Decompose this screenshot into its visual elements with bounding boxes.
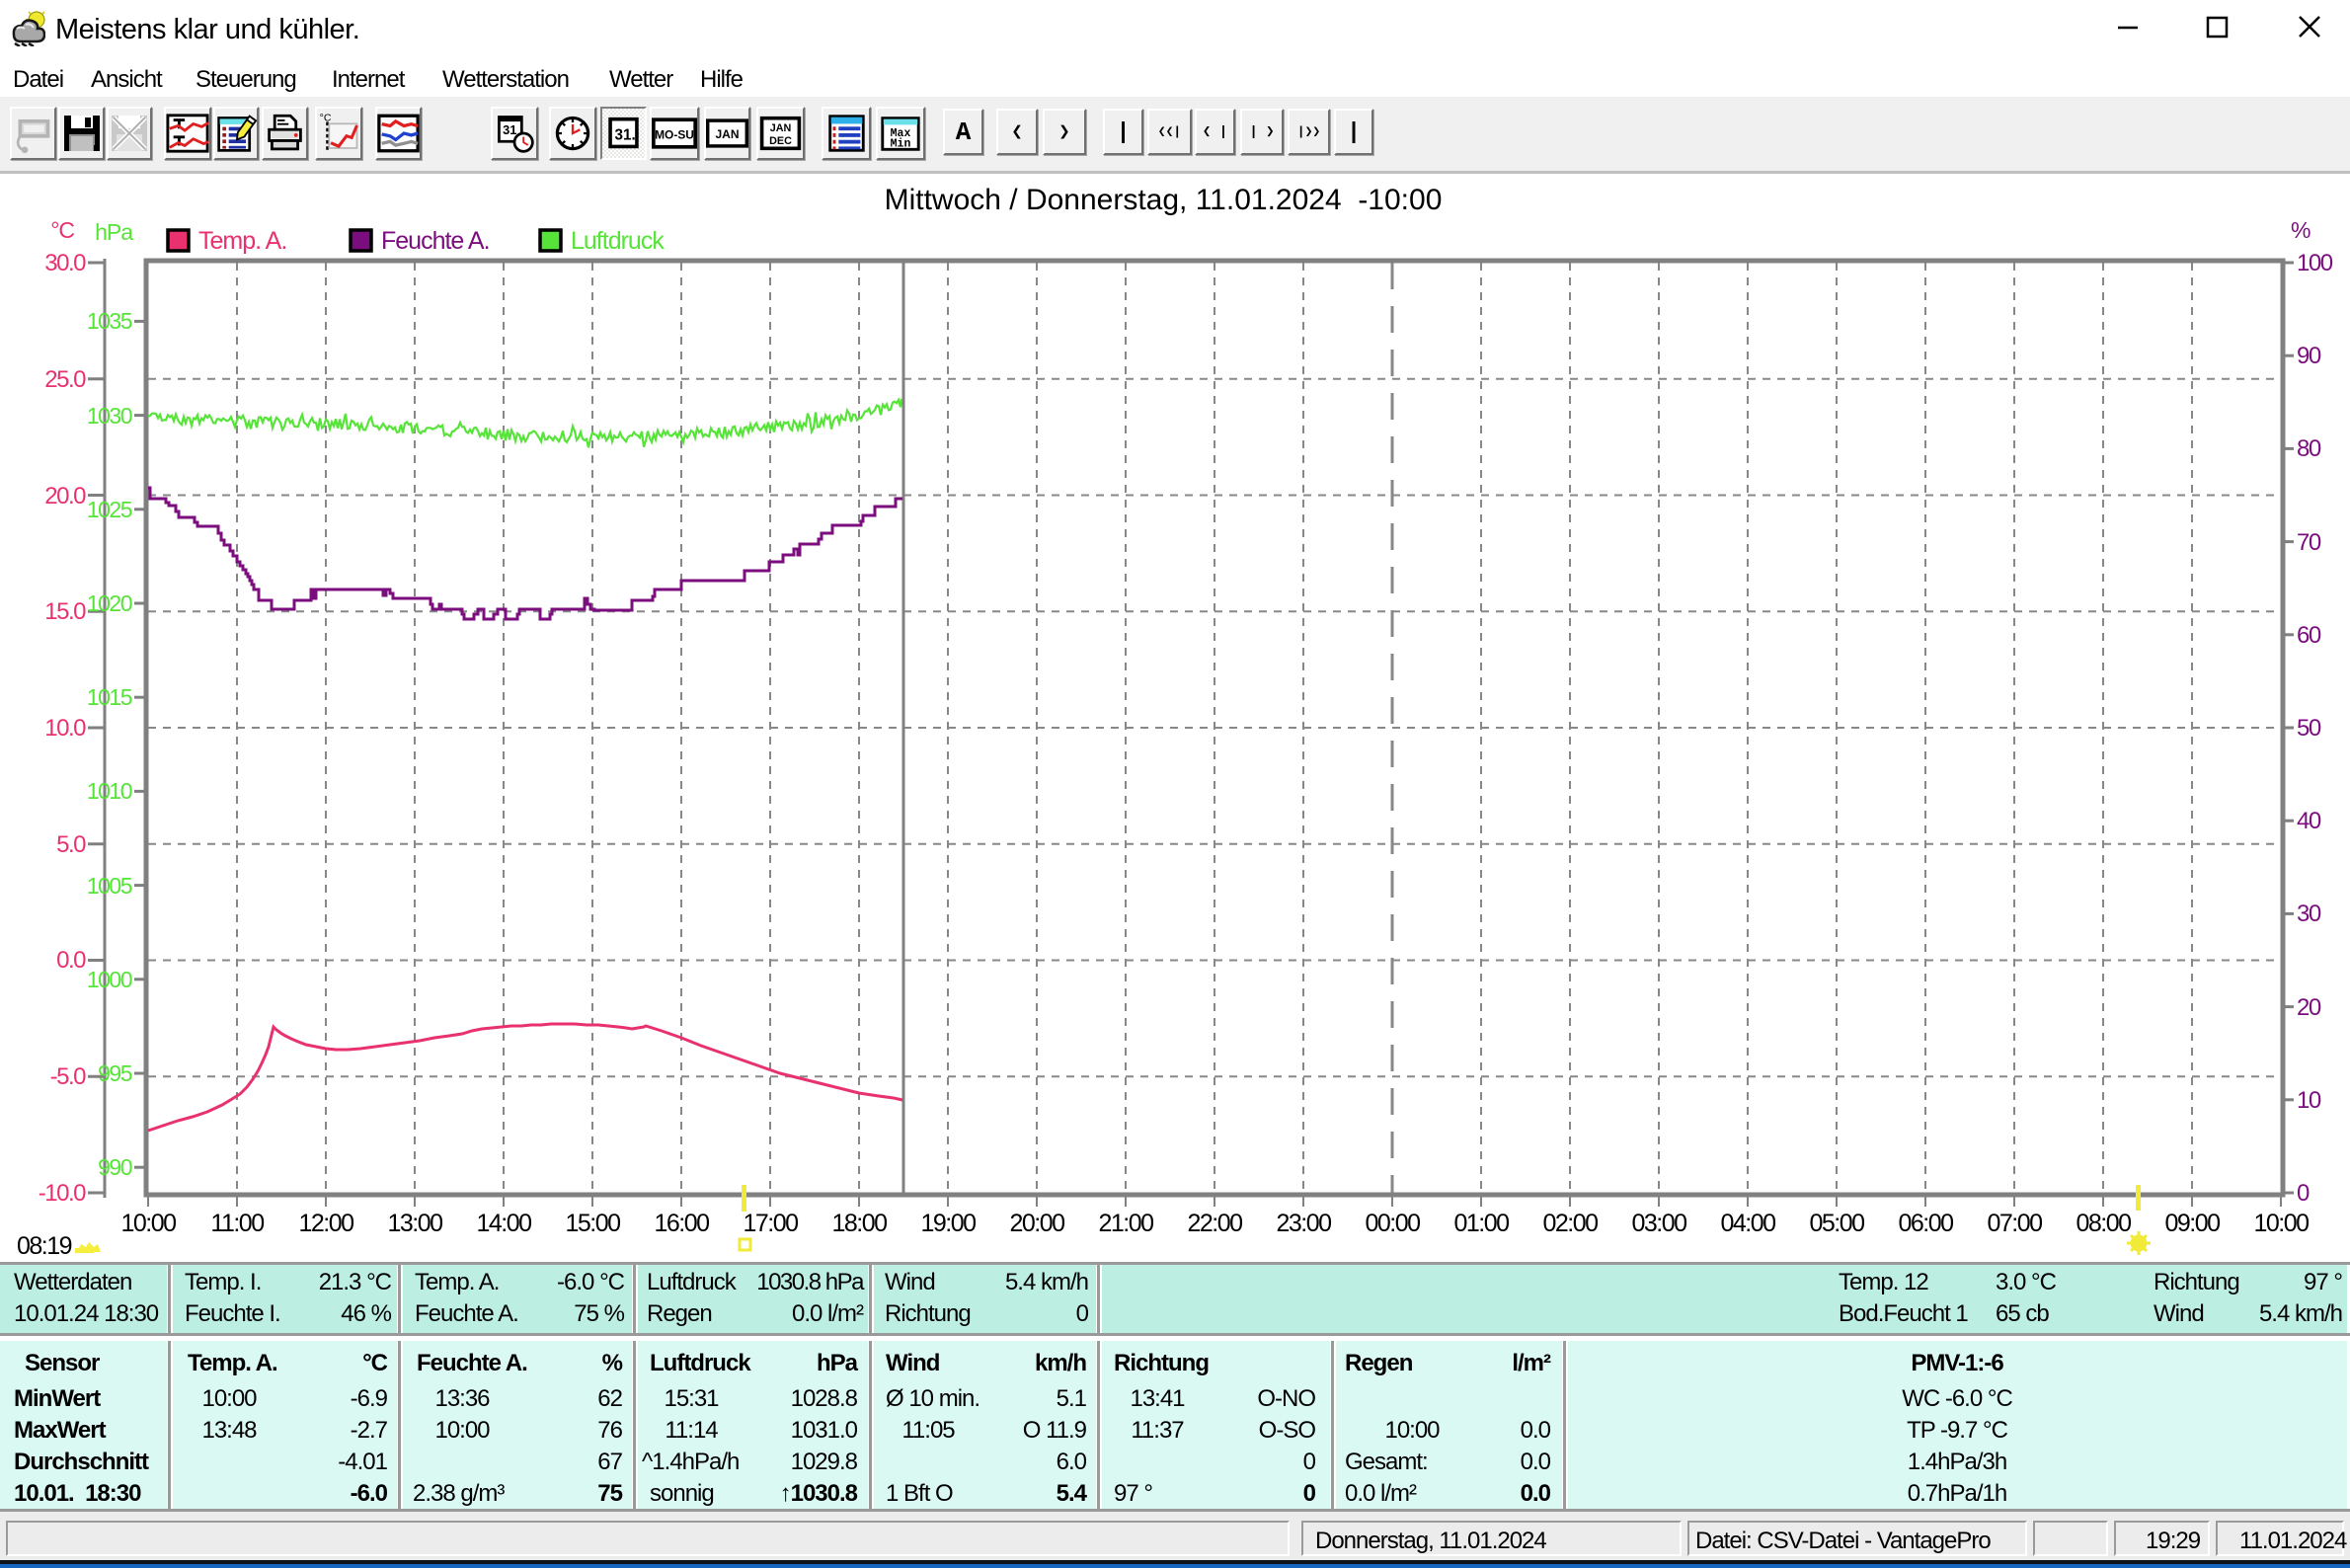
svg-text:990: 990 [98, 1154, 132, 1180]
svg-text:06:00: 06:00 [1898, 1210, 1953, 1237]
svg-text:1035: 1035 [87, 308, 132, 334]
svg-text:hPa: hPa [95, 219, 133, 245]
svg-text:30.0: 30.0 [44, 250, 86, 276]
svg-text:14:00: 14:00 [476, 1210, 531, 1237]
svg-text:0: 0 [2297, 1180, 2310, 1207]
svg-text:Luftdruck: Luftdruck [571, 227, 665, 255]
svg-text:1010: 1010 [87, 778, 132, 804]
svg-text:10.0: 10.0 [44, 715, 86, 742]
svg-text:11:00: 11:00 [210, 1210, 264, 1237]
svg-text:02:00: 02:00 [1542, 1210, 1598, 1237]
svg-text:1000: 1000 [87, 967, 132, 992]
svg-text:10:00: 10:00 [2253, 1210, 2309, 1237]
svg-text:01:00: 01:00 [1453, 1210, 1509, 1237]
svg-text:23:00: 23:00 [1276, 1210, 1331, 1237]
svg-text:08:00: 08:00 [2076, 1210, 2131, 1237]
svg-text:-10.0: -10.0 [39, 1180, 86, 1207]
svg-text:995: 995 [98, 1060, 132, 1086]
svg-text:1025: 1025 [87, 497, 132, 522]
svg-text:04:00: 04:00 [1720, 1210, 1775, 1237]
svg-text:90: 90 [2297, 343, 2321, 369]
svg-text:05:00: 05:00 [1809, 1210, 1864, 1237]
svg-text:12:00: 12:00 [298, 1210, 353, 1237]
svg-text:1015: 1015 [87, 684, 132, 710]
svg-text:10: 10 [2297, 1087, 2321, 1114]
svg-text:03:00: 03:00 [1631, 1210, 1686, 1237]
svg-text:80: 80 [2297, 435, 2321, 462]
svg-text:20:00: 20:00 [1009, 1210, 1064, 1237]
svg-text:40: 40 [2297, 808, 2321, 834]
svg-text:30: 30 [2297, 901, 2321, 927]
svg-text:Mittwoch / Donnerstag, 11.01.2: Mittwoch / Donnerstag, 11.01.2024 -10:00 [885, 184, 1443, 216]
svg-text:09:00: 09:00 [2164, 1210, 2220, 1237]
svg-text:70: 70 [2297, 529, 2321, 556]
svg-text:20.0: 20.0 [44, 483, 86, 510]
svg-text:21:00: 21:00 [1098, 1210, 1153, 1237]
svg-text:1020: 1020 [87, 590, 132, 616]
svg-text:17:00: 17:00 [743, 1210, 798, 1237]
svg-text:Temp. A.: Temp. A. [198, 227, 286, 255]
svg-text:18:00: 18:00 [831, 1210, 887, 1237]
svg-text:100: 100 [2297, 250, 2333, 276]
svg-text:1030: 1030 [87, 403, 132, 429]
svg-text:07:00: 07:00 [1987, 1210, 2042, 1237]
svg-text:19:00: 19:00 [920, 1210, 976, 1237]
svg-text:60: 60 [2297, 622, 2321, 649]
svg-text:5.0: 5.0 [56, 831, 86, 858]
svg-text:15.0: 15.0 [44, 598, 86, 625]
svg-text:0.0: 0.0 [56, 947, 86, 974]
svg-text:20: 20 [2297, 994, 2321, 1021]
svg-text:°C: °C [50, 217, 74, 243]
svg-text:-5.0: -5.0 [50, 1063, 87, 1090]
svg-text:13:00: 13:00 [387, 1210, 442, 1237]
svg-text:Feuchte A.: Feuchte A. [381, 227, 490, 255]
svg-text:1005: 1005 [87, 873, 132, 899]
svg-text:15:00: 15:00 [565, 1210, 620, 1237]
svg-text:22:00: 22:00 [1187, 1210, 1242, 1237]
svg-text:25.0: 25.0 [44, 366, 86, 393]
svg-text:16:00: 16:00 [654, 1210, 709, 1237]
svg-text:08:19: 08:19 [17, 1232, 72, 1260]
svg-text:%: % [2291, 217, 2311, 243]
svg-text:50: 50 [2297, 715, 2321, 742]
svg-text:00:00: 00:00 [1365, 1210, 1420, 1237]
svg-text:10:00: 10:00 [120, 1210, 176, 1237]
